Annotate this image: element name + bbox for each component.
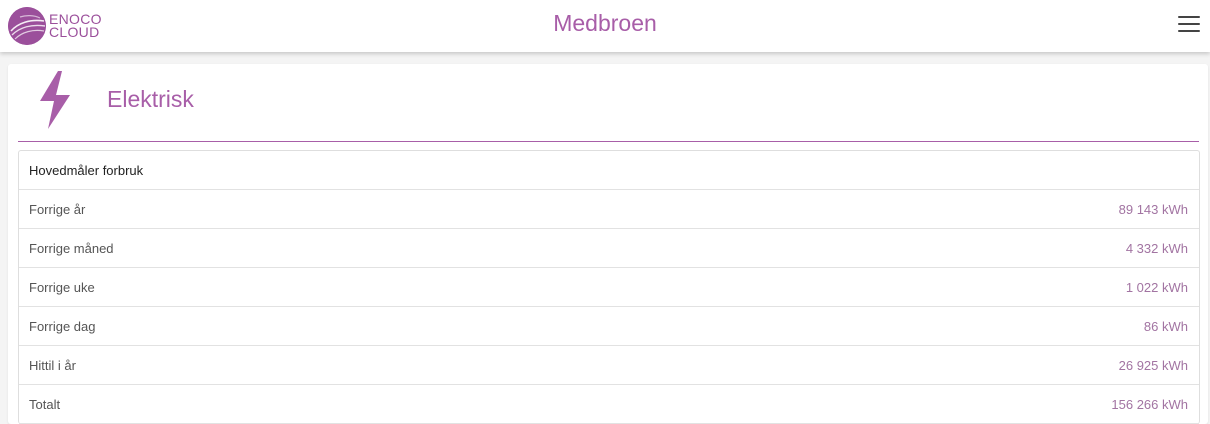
table-row: Hittil i år 26 925 kWh [19, 346, 1199, 385]
table-row: Forrige dag 86 kWh [19, 307, 1199, 346]
hamburger-menu-icon[interactable] [1178, 16, 1200, 36]
row-label: Forrige måned [29, 240, 114, 256]
row-value: 86 kWh [1143, 318, 1188, 334]
row-label: Hittil i år [29, 357, 76, 373]
menu-bar-1 [1178, 16, 1200, 18]
row-value: 89 143 kWh [1118, 201, 1188, 217]
card-title: Elektrisk [107, 86, 194, 112]
card-header: Elektrisk [18, 64, 1199, 142]
table-row: Forrige år 89 143 kWh [19, 190, 1199, 229]
table-heading: Hovedmåler forbruk [29, 162, 144, 178]
lightning-bolt-icon [40, 71, 70, 129]
menu-bar-2 [1178, 23, 1200, 25]
page-title: Medbroen [553, 10, 657, 36]
table-row: Forrige uke 1 022 kWh [19, 268, 1199, 307]
row-label: Totalt [29, 396, 61, 412]
table-row: Forrige måned 4 332 kWh [19, 229, 1199, 268]
row-label: Forrige uke [29, 279, 95, 295]
electric-card: Elektrisk Hovedmåler forbruk Forrige år … [8, 64, 1208, 424]
row-label: Forrige dag [29, 318, 96, 334]
row-value: 156 266 kWh [1111, 396, 1188, 412]
row-value: 4 332 kWh [1125, 240, 1188, 256]
consumption-table: Hovedmåler forbruk Forrige år 89 143 kWh… [18, 150, 1200, 424]
row-value: 1 022 kWh [1125, 279, 1188, 295]
table-row: Totalt 156 266 kWh [19, 385, 1199, 424]
top-app-bar: ENOCO CLOUD Medbroen [0, 0, 1210, 52]
row-label: Forrige år [29, 201, 86, 217]
menu-bar-3 [1178, 30, 1200, 32]
row-value: 26 925 kWh [1118, 357, 1188, 373]
table-heading-row: Hovedmåler forbruk [19, 151, 1199, 190]
